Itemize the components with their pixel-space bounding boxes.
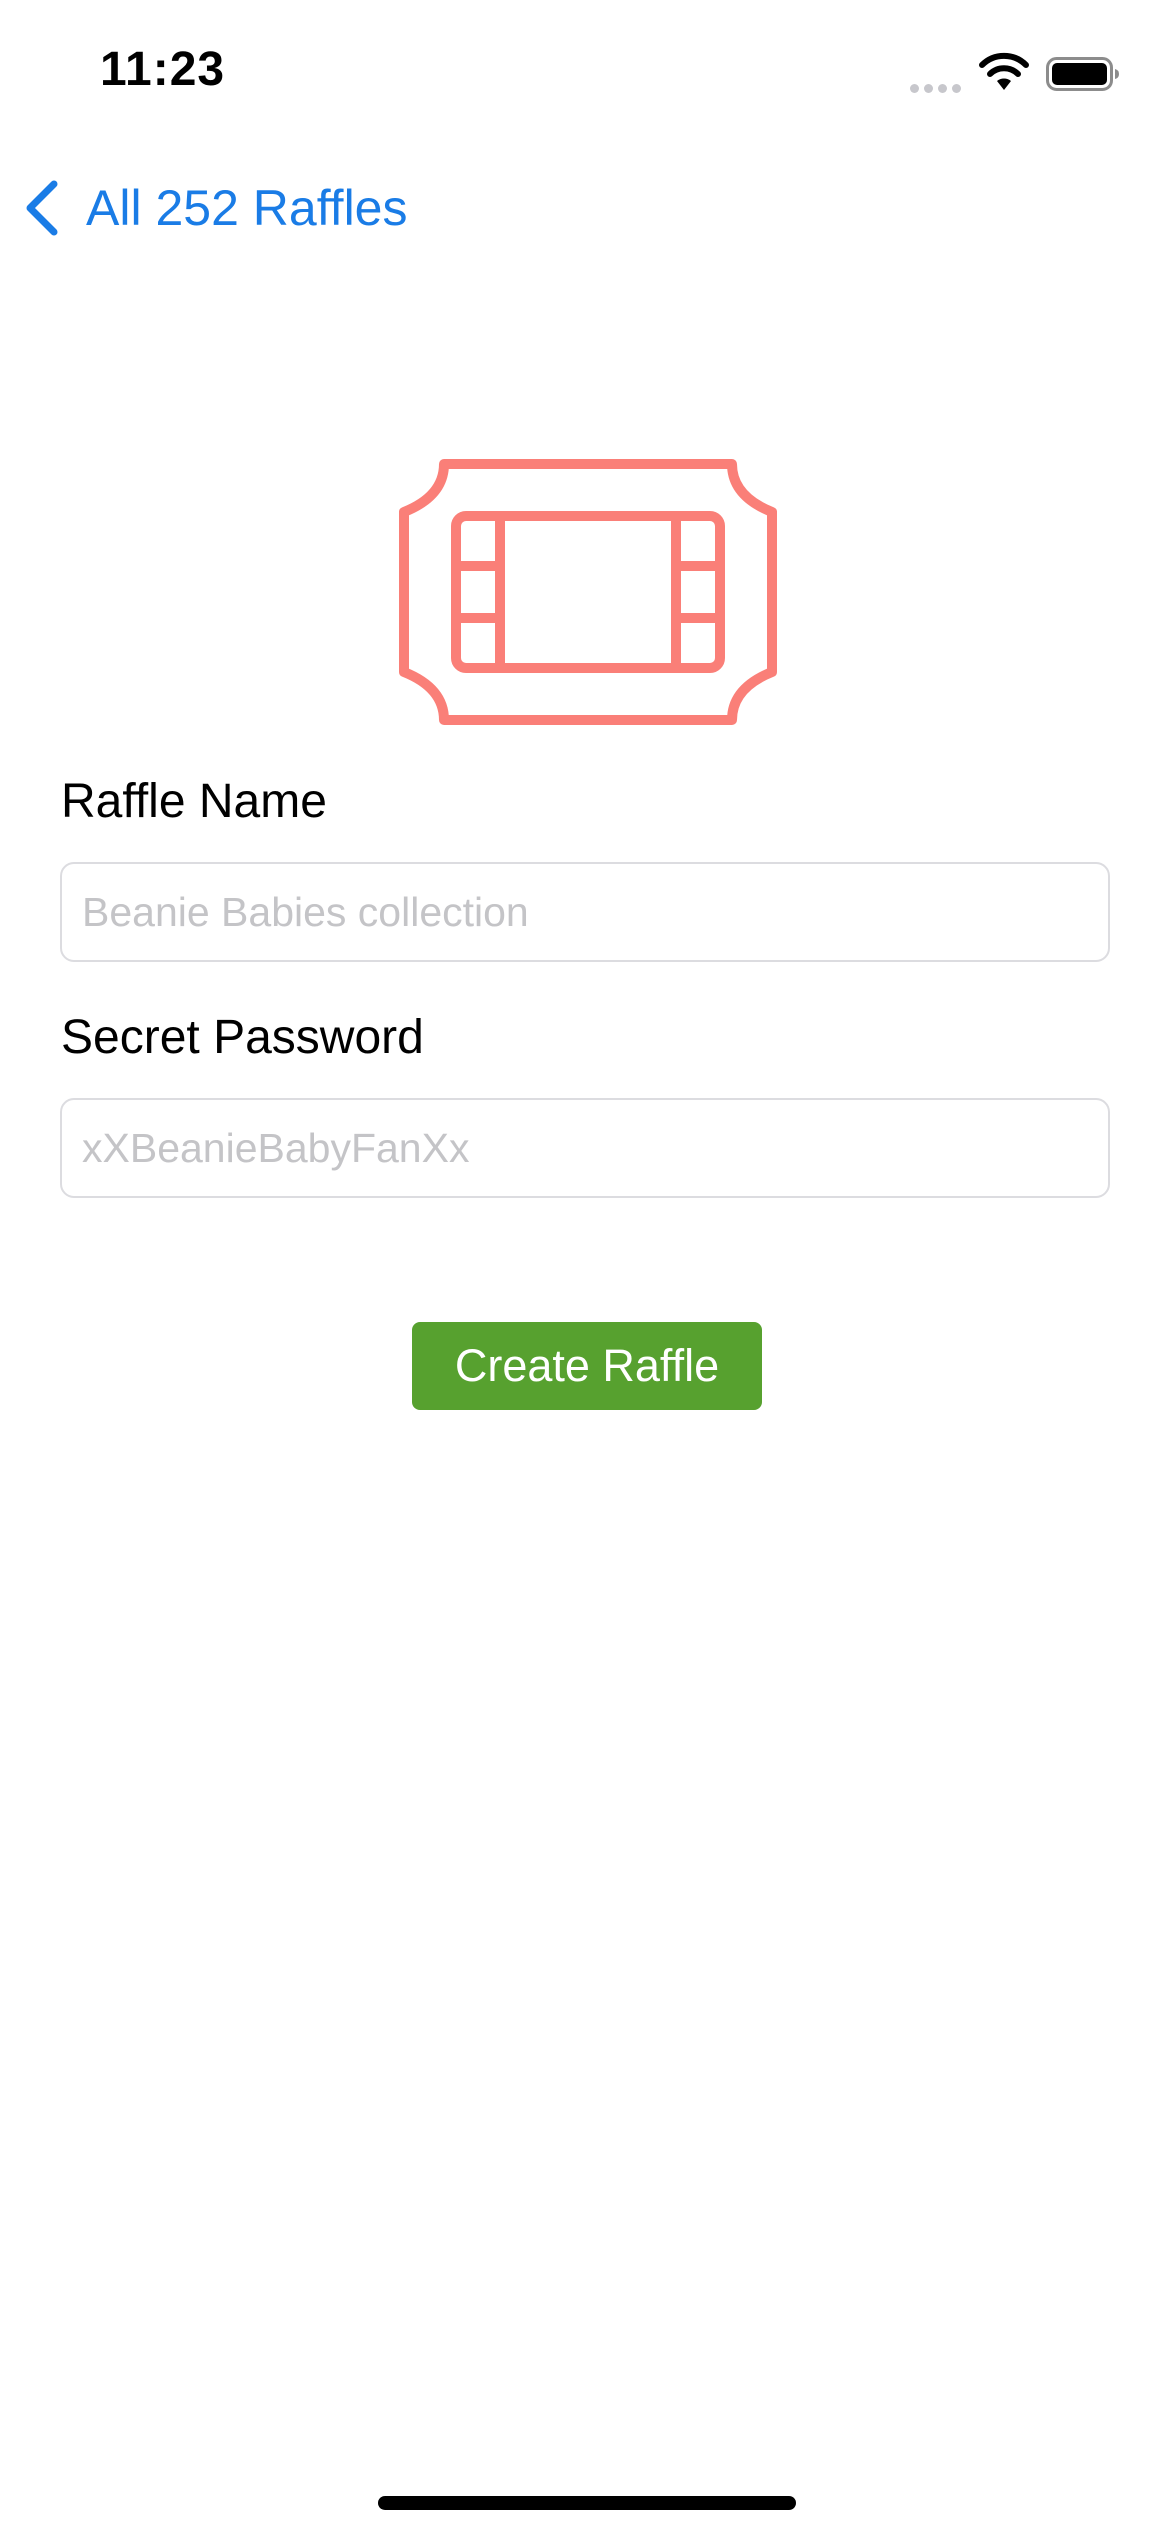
status-bar: 11:23 <box>0 0 1170 150</box>
status-time: 11:23 <box>100 43 226 96</box>
back-button-label: All 252 Raffles <box>86 180 408 236</box>
raffle-name-input[interactable] <box>60 862 1110 962</box>
secret-password-input[interactable] <box>60 1098 1110 1198</box>
back-button[interactable]: All 252 Raffles <box>22 176 407 240</box>
raffle-name-label: Raffle Name <box>61 775 327 828</box>
battery-full-icon <box>1046 57 1119 91</box>
secret-password-label: Secret Password <box>61 1011 424 1064</box>
create-raffle-button[interactable]: Create Raffle <box>412 1322 762 1410</box>
wifi-icon <box>979 52 1029 90</box>
chevron-left-icon <box>26 180 58 236</box>
home-indicator[interactable] <box>378 2496 796 2510</box>
ticket-icon <box>399 459 777 725</box>
cellular-signal-icon <box>910 80 966 94</box>
